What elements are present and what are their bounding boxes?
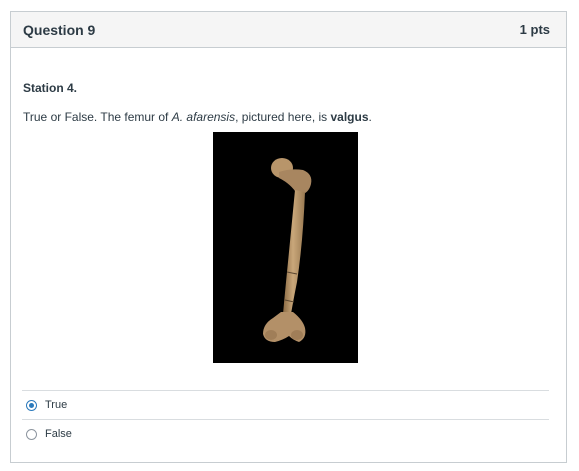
question-body: Station 4. True or False. The femur of A… (11, 81, 566, 124)
radio-true[interactable] (26, 399, 37, 411)
answer-label-false[interactable]: False (45, 428, 72, 440)
medial-condyle (265, 330, 277, 340)
question-header: Question 9 1 pts (11, 12, 566, 48)
question-card: Question 9 1 pts Station 4. True or Fals… (10, 11, 567, 463)
key-term: valgus (330, 110, 369, 124)
question-prompt: True or False. The femur of A. afarensis… (23, 110, 554, 124)
question-title: Question 9 (23, 21, 96, 38)
answer-true[interactable]: True (22, 390, 549, 419)
answer-false[interactable]: False (22, 419, 549, 448)
answer-list: True False (22, 390, 549, 448)
answer-label-true[interactable]: True (45, 399, 67, 411)
prompt-text-middle: , pictured here, is (235, 110, 331, 124)
lateral-condyle (291, 330, 303, 340)
species-name: A. afarensis (171, 110, 236, 124)
question-points: 1 pts (519, 22, 550, 37)
prompt-text-before: True or False. The femur of (23, 110, 172, 124)
radio-false[interactable] (26, 428, 37, 440)
femur-bone-illustration (263, 158, 312, 342)
femoral-shaft (283, 190, 305, 314)
femur-image (213, 132, 358, 363)
station-label: Station 4. (23, 81, 78, 95)
prompt-text-after: . (368, 110, 372, 124)
